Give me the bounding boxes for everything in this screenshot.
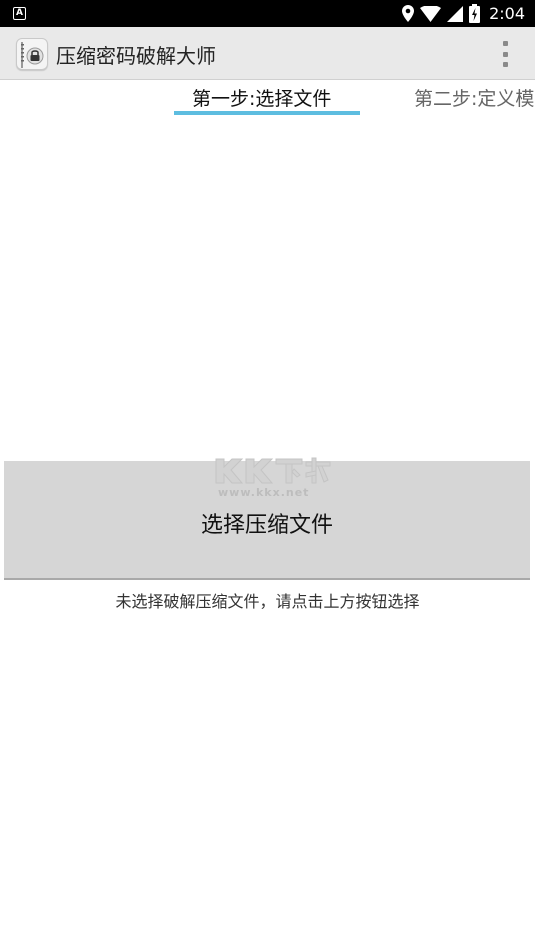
- watermark-logo: www.kkx.net: [212, 453, 336, 503]
- tab-indicator: [174, 111, 360, 115]
- tab-step-1[interactable]: 第一步:选择文件: [192, 84, 331, 111]
- status-bar: A 2:04: [0, 0, 535, 27]
- signal-icon: [447, 5, 464, 22]
- status-time: 2:04: [489, 4, 525, 23]
- tab-bar: 第一步:选择文件 第二步:定义模: [0, 80, 535, 118]
- zip-lock-icon: [16, 38, 48, 70]
- tab-step-2[interactable]: 第二步:定义模: [414, 84, 534, 111]
- notification-app-icon: A: [13, 7, 26, 20]
- overflow-menu-icon[interactable]: [499, 41, 511, 67]
- select-archive-button[interactable]: www.kkx.net 选择压缩文件: [4, 457, 530, 580]
- app-bar: 压缩密码破解大师: [0, 27, 535, 80]
- wifi-icon: [420, 5, 442, 22]
- app-title: 压缩密码破解大师: [56, 44, 216, 68]
- status-icons: 2:04: [402, 3, 525, 24]
- no-file-hint: 未选择破解压缩文件，请点击上方按钮选择: [115, 592, 420, 611]
- watermark-url: www.kkx.net: [218, 486, 310, 499]
- location-icon: [402, 5, 415, 22]
- select-archive-button-label: 选择压缩文件: [200, 513, 333, 538]
- battery-icon: [469, 4, 481, 23]
